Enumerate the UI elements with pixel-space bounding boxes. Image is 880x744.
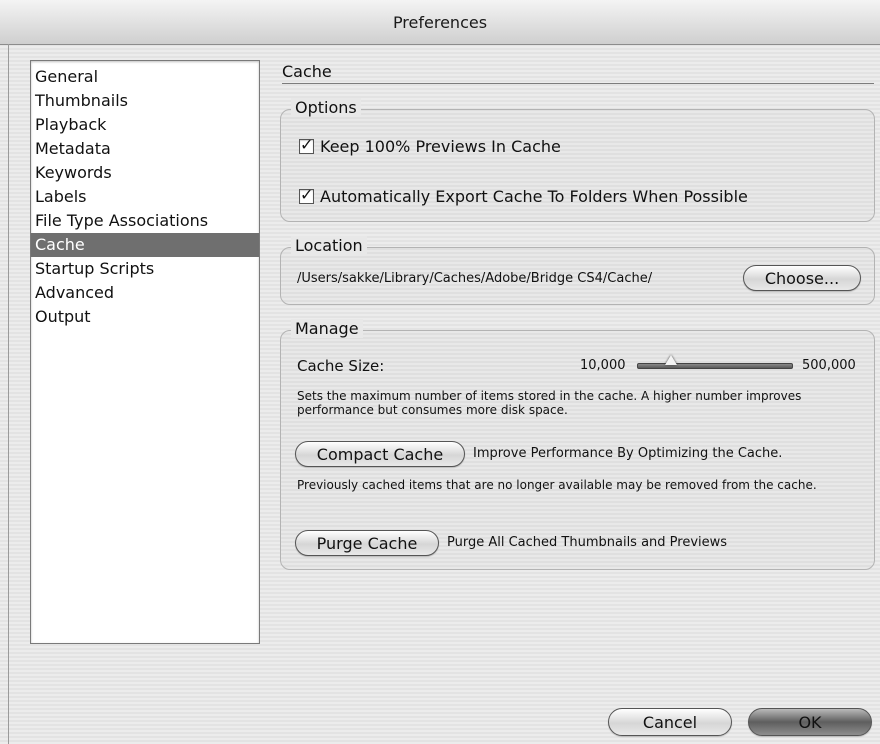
slider-min-label: 10,000	[580, 358, 626, 373]
sidebar-item-cache[interactable]: Cache	[31, 233, 259, 257]
options-legend: Options	[291, 98, 361, 117]
auto-export-checkbox[interactable]	[299, 185, 314, 204]
compact-cache-button[interactable]: Compact Cache	[295, 441, 465, 467]
sidebar-item-metadata[interactable]: Metadata	[31, 137, 259, 161]
sidebar-item-startup-scripts[interactable]: Startup Scripts	[31, 257, 259, 281]
cache-location-path: /Users/sakke/Library/Caches/Adobe/Bridge…	[297, 271, 653, 286]
sidebar-item-playback[interactable]: Playback	[31, 113, 259, 137]
choose-button[interactable]: Choose...	[743, 265, 861, 291]
purge-cache-description: Purge All Cached Thumbnails and Previews	[447, 535, 728, 550]
window-title: Preferences	[392, 13, 488, 32]
ok-button[interactable]: OK	[748, 708, 872, 736]
sidebar-item-file-type-associations[interactable]: File Type Associations	[31, 209, 259, 233]
cache-size-label: Cache Size:	[297, 357, 385, 375]
manage-legend: Manage	[291, 319, 363, 338]
keep-previews-checkbox[interactable]	[299, 135, 314, 154]
window-edge	[8, 44, 9, 744]
sidebar-item-keywords[interactable]: Keywords	[31, 161, 259, 185]
sidebar-item-labels[interactable]: Labels	[31, 185, 259, 209]
location-legend: Location	[291, 236, 367, 255]
sidebar-item-advanced[interactable]: Advanced	[31, 281, 259, 305]
cancel-button[interactable]: Cancel	[608, 708, 732, 736]
preferences-category-list[interactable]: General Thumbnails Playback Metadata Key…	[30, 60, 260, 644]
auto-export-label[interactable]: Automatically Export Cache To Folders Wh…	[320, 187, 748, 206]
panel-title: Cache	[282, 62, 874, 84]
cache-size-help-text: Sets the maximum number of items stored …	[297, 389, 802, 417]
keep-previews-row[interactable]: Keep 100% Previews In Cache	[299, 135, 561, 156]
keep-previews-label[interactable]: Keep 100% Previews In Cache	[320, 137, 561, 156]
slider-max-label: 500,000	[802, 358, 856, 373]
sidebar-item-thumbnails[interactable]: Thumbnails	[31, 89, 259, 113]
manage-group: Manage Cache Size: 10,000 500,000 Sets t…	[280, 319, 875, 570]
auto-export-row[interactable]: Automatically Export Cache To Folders Wh…	[299, 185, 748, 206]
compact-cache-help-text: Previously cached items that are no long…	[297, 478, 817, 492]
location-group: Location /Users/sakke/Library/Caches/Ado…	[280, 236, 875, 305]
compact-cache-description: Improve Performance By Optimizing the Ca…	[473, 446, 783, 461]
title-bar[interactable]: Preferences	[0, 0, 880, 45]
purge-cache-button[interactable]: Purge Cache	[295, 530, 439, 556]
options-group: Options Keep 100% Previews In Cache Auto…	[280, 98, 875, 222]
cache-size-slider[interactable]	[637, 363, 793, 369]
cache-size-slider-thumb[interactable]	[665, 355, 678, 365]
sidebar-item-output[interactable]: Output	[31, 305, 259, 329]
sidebar-item-general[interactable]: General	[31, 65, 259, 89]
